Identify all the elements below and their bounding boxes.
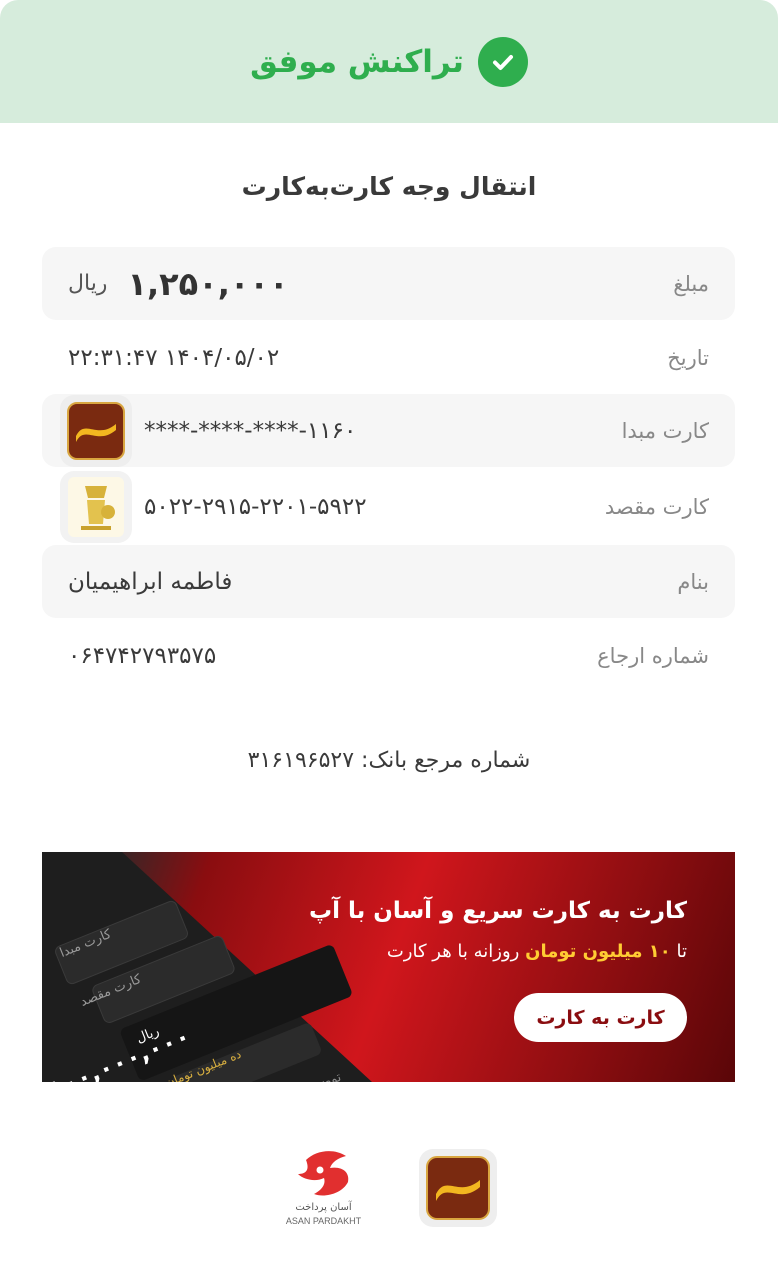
asan-en-text: ASAN PARDAKHT [285,1216,362,1226]
footer-logos: آسان پرداخت ASAN PARDAKHT [0,1148,778,1232]
asan-fa-text: آسان پرداخت [295,1202,352,1213]
promo-sub-prefix: تا [676,941,688,962]
tracking-label: شماره ارجاع [597,643,709,668]
tracking-value: ۰۶۴۷۴۲۷۹۳۵۷۵ [68,642,217,669]
date-value: ۲۲:۳۱:۴۷ ۱۴۰۴/۰۵/۰۲ [68,344,280,371]
bank-logo-icon [60,394,132,467]
promo-subtitle: تا ۱۰ میلیون تومان روزانه با هر کارت [387,941,687,962]
tracking-row: شماره ارجاع ۰۶۴۷۴۲۷۹۳۵۷۵ [42,619,735,692]
check-circle-icon [477,36,528,87]
bank-reference-value: ۳۱۶۱۹۶۵۲۷ [247,748,355,773]
name-value: فاطمه ابراهیمیان [68,568,233,595]
name-label: بنام [677,569,709,594]
amount-number: ۱,۲۵۰,۰۰۰ [127,264,289,303]
receipt-title: انتقال وجه کارت‌به‌کارت [241,172,537,201]
promo-banner[interactable]: کارت مبدا کارت مقصد ۱۰۰,۰۰۰,۰۰۰ ریال ده … [42,852,735,1082]
amount-label: مبلغ [673,271,709,296]
promo-sub-highlight: ۱۰ میلیون تومان [525,941,671,962]
amount-row: مبلغ ریال ۱,۲۵۰,۰۰۰ [42,247,735,320]
name-row: بنام فاطمه ابراهیمیان [42,545,735,618]
dest-card-number: ۵۰۲۲-۲۹۱۵-۲۲۰۱-۵۹۲۲ [144,493,367,520]
source-card-row: کارت مبدا ****-****-****-۱۱۶۰ [42,394,735,467]
footer-bank-logo-icon [419,1149,497,1227]
promo-sub-suffix: روزانه با هر کارت [386,941,520,962]
dest-card-label: کارت مقصد [604,494,709,519]
date-row: تاریخ ۲۲:۳۱:۴۷ ۱۴۰۴/۰۵/۰۲ [42,321,735,394]
amount-value: ریال ۱,۲۵۰,۰۰۰ [68,265,288,303]
promo-card-to-card-button[interactable]: کارت به کارت [514,993,687,1042]
promo-headline: کارت به کارت سریع و آسان با آپ [309,898,687,924]
phone-mockup-illustration: کارت مبدا کارت مقصد ۱۰۰,۰۰۰,۰۰۰ ریال ده … [42,852,372,1082]
status-text: تراکنش موفق [250,43,464,80]
date-label: تاریخ [667,345,709,370]
dest-card-row: کارت مقصد ۵۰۲۲-۲۹۱۵-۲۲۰۱-۵۹۲۲ [42,470,735,543]
success-banner: تراکنش موفق [0,0,778,123]
pasargad-bank-icon [60,470,132,543]
source-card-number: ****-****-****-۱۱۶۰ [144,417,357,444]
asan-pardakht-logo: آسان پرداخت ASAN PARDAKHT [276,1148,371,1232]
source-card-label: کارت مبدا [621,418,709,443]
bank-reference: شماره مرجع بانک: ۳۱۶۱۹۶۵۲۷ [0,748,778,773]
bank-reference-label: شماره مرجع بانک: [361,748,531,773]
amount-unit: ریال [68,271,108,296]
